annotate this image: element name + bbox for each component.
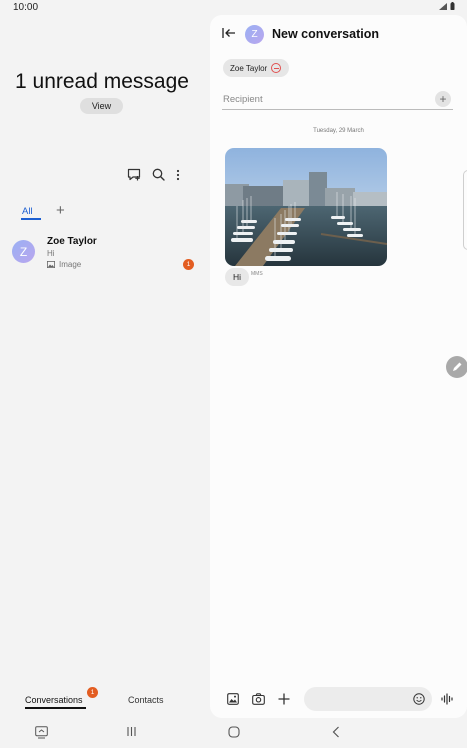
avatar: Z bbox=[245, 25, 264, 44]
date-separator: Tuesday, 29 March bbox=[313, 128, 364, 134]
status-icons bbox=[439, 2, 455, 10]
recents-icon[interactable] bbox=[126, 726, 137, 737]
home-icon[interactable] bbox=[228, 726, 240, 738]
message-image[interactable] bbox=[225, 148, 387, 266]
add-icon[interactable] bbox=[278, 693, 290, 705]
status-bar: 10:00 bbox=[0, 0, 467, 15]
conversation-item[interactable]: Z Zoe Taylor Hi Image 1 bbox=[0, 233, 210, 273]
list-actions bbox=[127, 168, 180, 181]
back-icon[interactable] bbox=[222, 27, 236, 39]
composer-bar bbox=[210, 685, 467, 715]
recipient-input[interactable]: Recipient bbox=[223, 94, 263, 105]
recipient-chip-label: Zoe Taylor bbox=[230, 63, 268, 73]
tab-conversations-indicator bbox=[25, 707, 86, 709]
tab-contacts[interactable]: Contacts bbox=[128, 695, 164, 705]
new-chat-icon[interactable] bbox=[127, 168, 141, 181]
unread-title: 1 unread message bbox=[15, 70, 189, 93]
edit-icon[interactable] bbox=[446, 356, 467, 378]
image-icon bbox=[47, 261, 55, 268]
message-type-label: MMS bbox=[251, 271, 263, 277]
view-button[interactable]: View bbox=[80, 98, 123, 114]
battery-icon bbox=[450, 2, 455, 10]
tab-all-indicator bbox=[21, 218, 41, 220]
conversation-list-pane: 1 unread message View All + Z Zoe Taylor… bbox=[0, 15, 210, 720]
add-category-icon[interactable]: + bbox=[56, 202, 65, 219]
edge-panel-handle[interactable] bbox=[463, 170, 467, 250]
harbour-photo bbox=[225, 148, 387, 266]
keyboard-switch-icon[interactable] bbox=[35, 726, 48, 739]
conversation-pane: Z New conversation Zoe Taylor Recipient … bbox=[210, 15, 467, 718]
conversations-badge: 1 bbox=[87, 687, 98, 698]
status-time: 10:00 bbox=[13, 2, 39, 13]
emoji-icon[interactable] bbox=[413, 693, 425, 705]
signal-icon bbox=[439, 2, 447, 10]
remove-recipient-icon[interactable] bbox=[271, 63, 282, 73]
recipient-divider bbox=[222, 109, 453, 110]
conversation-preview: Hi bbox=[47, 249, 55, 258]
conversation-attachment: Image bbox=[47, 260, 81, 269]
recipient-chip[interactable]: Zoe Taylor bbox=[223, 59, 289, 77]
more-options-icon[interactable] bbox=[176, 169, 180, 181]
tab-all[interactable]: All bbox=[22, 206, 33, 217]
message-bubble[interactable]: Hi bbox=[225, 268, 249, 286]
add-recipient-icon[interactable]: + bbox=[435, 91, 451, 107]
search-icon[interactable] bbox=[152, 168, 165, 181]
conversation-name: Zoe Taylor bbox=[47, 236, 97, 247]
back-nav-icon[interactable] bbox=[332, 726, 340, 738]
tab-conversations[interactable]: Conversations bbox=[25, 695, 83, 705]
gallery-icon[interactable] bbox=[227, 693, 239, 705]
unread-badge: 1 bbox=[183, 259, 194, 270]
avatar: Z bbox=[12, 240, 35, 263]
bottom-tabs: Conversations 1 Contacts bbox=[0, 687, 210, 712]
conversation-title: New conversation bbox=[272, 27, 379, 41]
navigation-bar bbox=[0, 720, 467, 748]
camera-icon[interactable] bbox=[252, 693, 265, 705]
voice-icon[interactable] bbox=[441, 693, 454, 705]
attachment-label: Image bbox=[59, 260, 82, 269]
